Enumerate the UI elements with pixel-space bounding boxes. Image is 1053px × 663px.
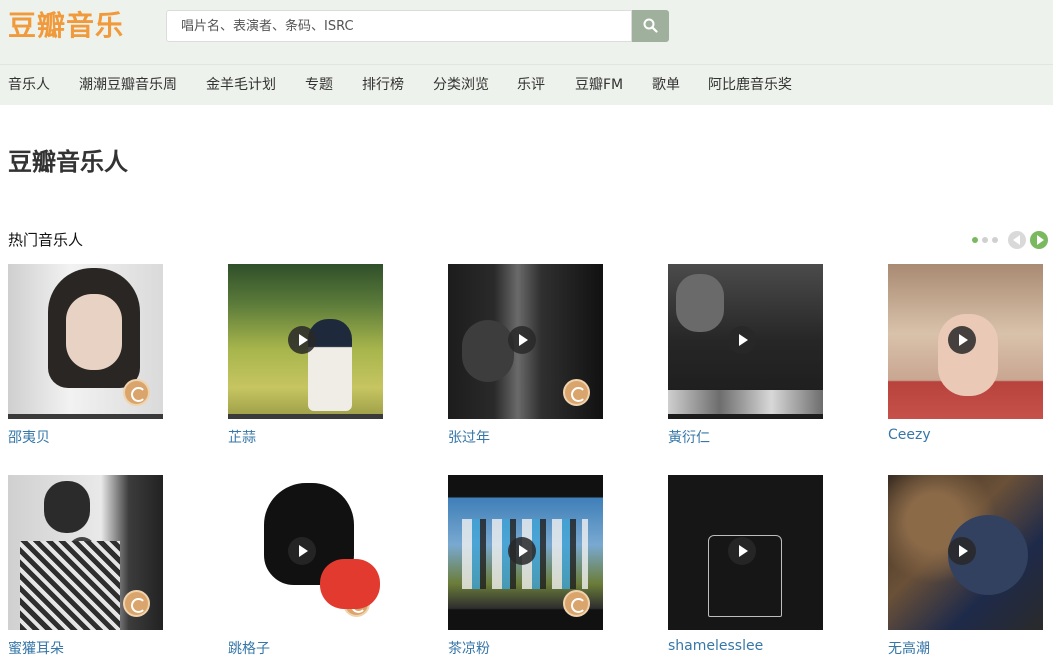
artist-card: 蜜獾耳朵: [8, 475, 163, 657]
artist-photo[interactable]: [228, 264, 383, 419]
artist-name[interactable]: 黃衍仁: [668, 427, 710, 447]
musician-badge-icon: [563, 590, 590, 617]
play-icon[interactable]: [288, 537, 316, 565]
musician-badge-icon: [563, 379, 590, 406]
nav-item-musicians[interactable]: 音乐人: [8, 65, 50, 106]
play-icon[interactable]: [728, 326, 756, 354]
nav-item-abilu-awards[interactable]: 阿比鹿音乐奖: [708, 65, 792, 106]
artist-name[interactable]: 茶凉粉: [448, 638, 490, 658]
carousel-pager: [970, 230, 1050, 250]
next-arrow-icon[interactable]: [1030, 231, 1048, 249]
site-logo[interactable]: 豆瓣音乐: [8, 8, 124, 44]
artist-card: Ceezy: [888, 264, 1043, 443]
nav-item-reviews[interactable]: 乐评: [517, 65, 545, 106]
nav-item-browse[interactable]: 分类浏览: [433, 65, 489, 106]
artist-name[interactable]: 张过年: [448, 427, 490, 447]
nav-item-charts[interactable]: 排行榜: [362, 65, 404, 106]
header-bar: 豆瓣音乐: [0, 0, 1053, 64]
artist-name[interactable]: 跳格子: [228, 638, 270, 658]
nav-item-golden-fleece[interactable]: 金羊毛计划: [206, 65, 276, 106]
search-input[interactable]: [167, 11, 631, 41]
artist-photo[interactable]: [448, 264, 603, 419]
artist-name[interactable]: 蜜獾耳朵: [8, 638, 64, 658]
musician-badge-icon: [123, 379, 150, 406]
artist-name[interactable]: Ceezy: [888, 427, 931, 443]
pager-dot[interactable]: [972, 237, 978, 243]
artist-photo[interactable]: [888, 475, 1043, 630]
search-box: [166, 10, 632, 42]
search-icon: [643, 18, 658, 33]
photo-bottom-bar: [228, 414, 383, 419]
nav-item-playlists[interactable]: 歌单: [652, 65, 680, 106]
artist-card: 邵夷贝: [8, 264, 163, 446]
musician-badge-icon: [123, 590, 150, 617]
artist-card: 黃衍仁: [668, 264, 823, 446]
play-icon[interactable]: [68, 326, 96, 354]
artist-photo[interactable]: [8, 475, 163, 630]
artist-name[interactable]: 无高潮: [888, 638, 930, 658]
artist-photo[interactable]: [888, 264, 1043, 419]
pager-dot[interactable]: [982, 237, 988, 243]
search-button[interactable]: [632, 10, 669, 42]
artist-photo[interactable]: [228, 475, 383, 630]
play-icon[interactable]: [948, 537, 976, 565]
artist-photo[interactable]: [668, 264, 823, 419]
prev-arrow-icon[interactable]: [1008, 231, 1026, 249]
musician-badge-icon: [343, 590, 370, 617]
play-icon[interactable]: [68, 537, 96, 565]
artist-photo[interactable]: [448, 475, 603, 630]
artist-name[interactable]: 邵夷贝: [8, 427, 50, 447]
page-title: 豆瓣音乐人: [8, 148, 128, 176]
artist-card: 张过年: [448, 264, 603, 446]
artist-name[interactable]: 芷蒜: [228, 427, 256, 447]
play-icon[interactable]: [508, 326, 536, 354]
play-icon[interactable]: [508, 537, 536, 565]
photo-bottom-bar: [8, 414, 163, 419]
artist-card: 无高潮: [888, 475, 1043, 657]
section-title: 热门音乐人: [8, 231, 84, 249]
artist-photo[interactable]: [8, 264, 163, 419]
artist-name[interactable]: shamelesslee: [668, 638, 763, 654]
artist-photo[interactable]: [668, 475, 823, 630]
artist-card: 跳格子: [228, 475, 383, 657]
main-nav: 音乐人 潮潮豆瓣音乐周 金羊毛计划 专题 排行榜 分类浏览 乐评 豆瓣FM 歌单…: [0, 64, 1053, 105]
play-icon[interactable]: [288, 326, 316, 354]
artist-card: 茶凉粉: [448, 475, 603, 657]
nav-item-music-week[interactable]: 潮潮豆瓣音乐周: [79, 65, 177, 106]
play-icon[interactable]: [948, 326, 976, 354]
play-icon[interactable]: [728, 537, 756, 565]
nav-item-douban-fm[interactable]: 豆瓣FM: [575, 65, 623, 106]
artist-card: shamelesslee: [668, 475, 823, 654]
nav-item-topics[interactable]: 专题: [305, 65, 333, 106]
artist-card: 芷蒜: [228, 264, 383, 446]
pager-dot[interactable]: [992, 237, 998, 243]
